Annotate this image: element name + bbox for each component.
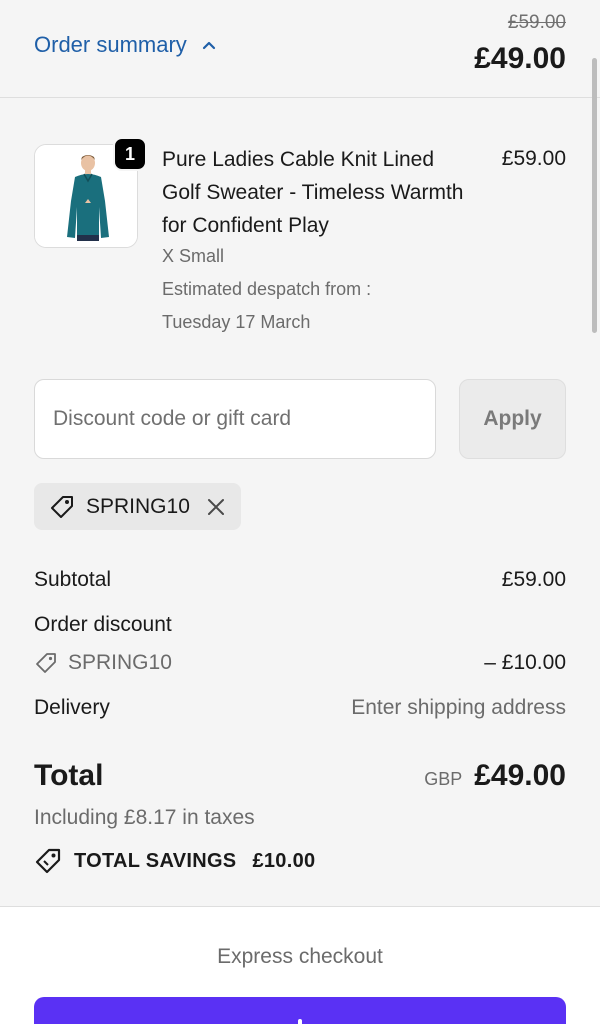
express-checkout-panel: Express checkout <box>0 906 600 1024</box>
order-summary-header: Order summary £59.00 £49.00 <box>0 0 600 98</box>
total-currency: GBP <box>424 769 463 789</box>
order-summary-toggle[interactable]: Order summary <box>34 32 217 58</box>
compare-at-total: £59.00 <box>507 12 566 33</box>
tag-icon <box>51 495 73 518</box>
tax-note: Including £8.17 in taxes <box>34 806 255 829</box>
subtotal-label: Subtotal <box>34 568 112 591</box>
express-checkout-label: Express checkout <box>217 945 383 968</box>
order-summary-toggle-label: Order summary <box>34 32 187 57</box>
total-savings-label: TOTAL SAVINGS <box>74 849 237 872</box>
pay-logo-icon <box>298 1019 302 1024</box>
discount-code-name: SPRING10 <box>68 651 172 674</box>
scrollbar[interactable] <box>592 58 597 333</box>
product-variant: X Small <box>162 246 225 266</box>
total-amount: £49.00 <box>474 759 566 792</box>
discount-code-line: SPRING10 <box>34 651 172 675</box>
total-savings-amount: £10.00 <box>252 849 316 872</box>
product-title: Pure Ladies Cable Knit Lined Golf Sweate… <box>162 148 464 237</box>
close-icon[interactable] <box>205 496 227 518</box>
apply-discount-button[interactable]: Apply <box>459 379 566 459</box>
express-pay-button[interactable] <box>34 997 566 1024</box>
product-price: £59.00 <box>501 147 566 170</box>
order-discount-label: Order discount <box>34 613 172 636</box>
applied-discount-code: SPRING10 <box>86 494 190 518</box>
despatch-label: Estimated despatch from : <box>162 279 372 299</box>
delivery-value: Enter shipping address <box>351 696 566 719</box>
total-price: GBP £49.00 <box>424 759 566 793</box>
header-total: £49.00 <box>474 42 566 75</box>
subtotal-value: £59.00 <box>501 568 566 591</box>
delivery-label: Delivery <box>34 696 110 719</box>
total-label: Total <box>34 759 104 792</box>
discount-code-input[interactable] <box>34 379 436 459</box>
total-savings: TOTAL SAVINGS £10.00 <box>34 847 315 875</box>
chevron-up-icon <box>202 41 215 50</box>
tag-icon <box>35 848 61 874</box>
discount-amount: – £10.00 <box>484 651 566 674</box>
quantity-badge: 1 <box>113 137 147 171</box>
applied-discount-chip: SPRING10 <box>34 483 241 530</box>
despatch-date: Tuesday 17 March <box>162 312 311 332</box>
tag-icon <box>36 653 56 673</box>
